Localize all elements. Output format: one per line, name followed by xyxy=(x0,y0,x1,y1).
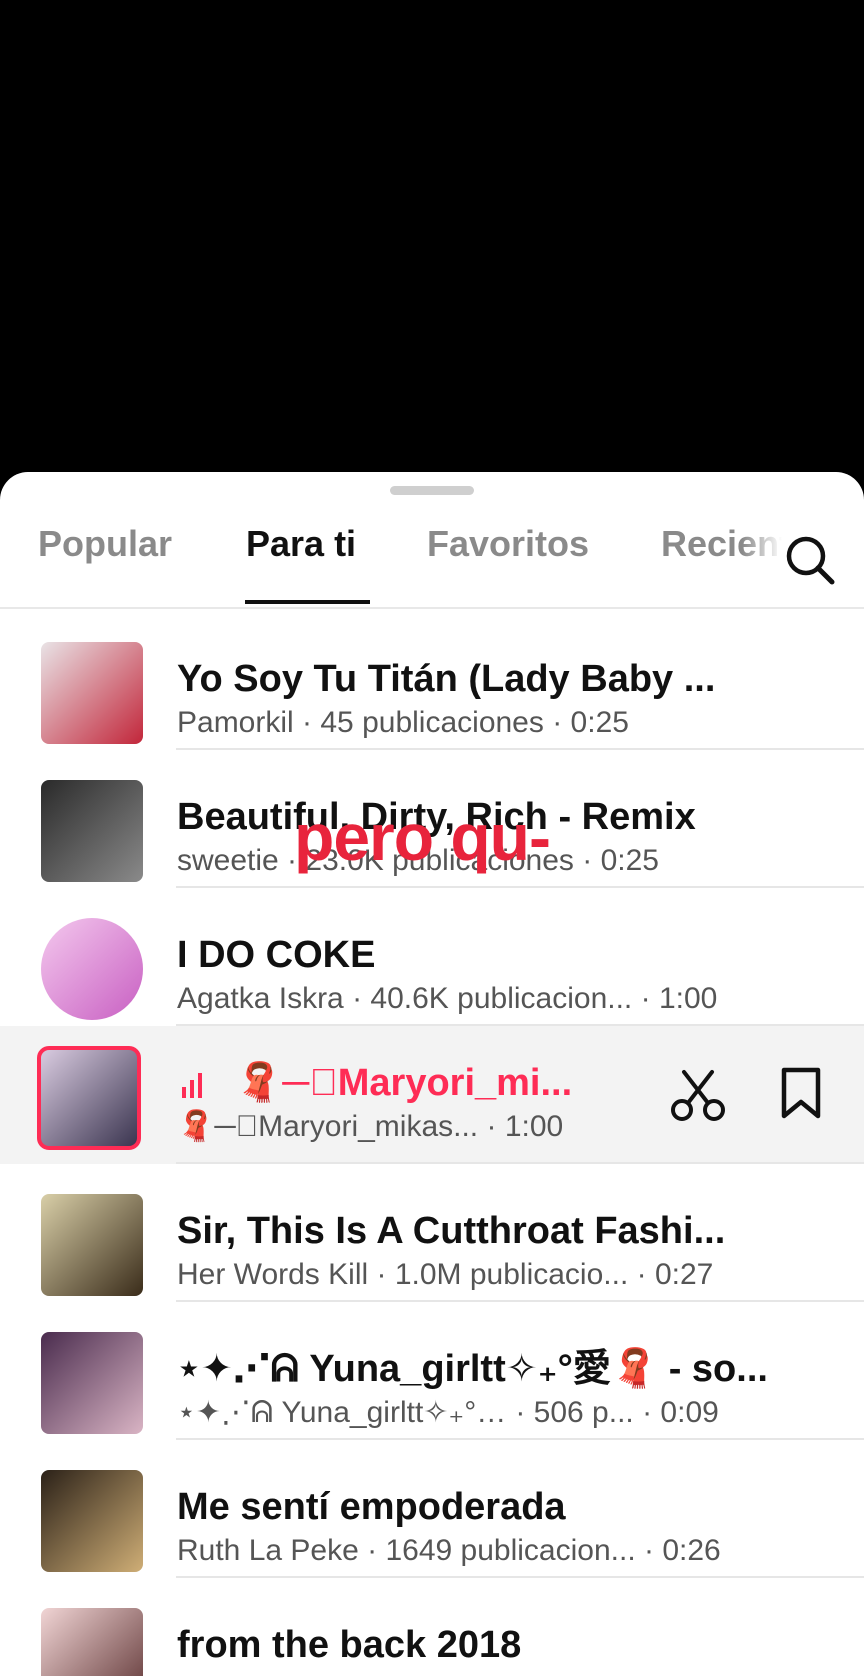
meta-separator: · xyxy=(628,1258,655,1291)
song-cover xyxy=(41,642,143,744)
song-row[interactable]: I DO COKE Agatka Iskra · 40.6K publicacio… xyxy=(0,888,864,1026)
meta-separator: · xyxy=(543,706,571,739)
song-duration: 0:25 xyxy=(600,844,659,877)
tabs-divider xyxy=(0,607,864,609)
song-cover xyxy=(41,1608,143,1676)
song-cover xyxy=(41,1194,143,1296)
video-preview[interactable] xyxy=(0,0,864,480)
song-artist: 🧣─⃞Maryori_mikas... xyxy=(177,1110,479,1143)
meta-separator: · xyxy=(632,982,659,1015)
song-meta: Her Words Kill · 1.0M publicacio... · 0:… xyxy=(177,1256,817,1294)
song-artist: Ruth La Peke xyxy=(177,1534,359,1567)
search-icon[interactable] xyxy=(782,532,838,588)
song-artist: sweetie xyxy=(177,844,279,877)
song-cover xyxy=(41,918,143,1020)
song-row[interactable]: from the back 2018 xyxy=(0,1578,864,1676)
song-cover xyxy=(37,1046,141,1150)
song-title: Sir, This Is A Cutthroat Fashi... xyxy=(177,1210,726,1252)
tab-fade xyxy=(742,512,782,572)
tab-bar: Popular Para ti Favoritos Recientes xyxy=(0,520,864,582)
meta-separator: · xyxy=(478,1110,505,1143)
song-cover xyxy=(41,1332,143,1434)
meta-separator: · xyxy=(368,1258,395,1291)
song-row[interactable]: 🧣─⃞Maryori_mi... 🧣─⃞Maryori_mikas... · 1:… xyxy=(0,1026,864,1164)
music-sheet: Popular Para ti Favoritos Recientes Yo S… xyxy=(0,472,864,1676)
active-tab-indicator xyxy=(245,600,370,604)
scissors-icon[interactable] xyxy=(668,1066,728,1126)
song-posts: 45 publicaciones xyxy=(320,706,544,739)
song-duration: 0:09 xyxy=(660,1396,719,1429)
song-meta: Pamorkil · 45 publicaciones · 0:25 xyxy=(177,704,817,742)
meta-separator: · xyxy=(293,706,321,739)
overlay-caption: pero qu- xyxy=(294,800,551,874)
song-duration: 1:00 xyxy=(658,982,718,1015)
song-row[interactable]: Sir, This Is A Cutthroat Fashi... Her Wor… xyxy=(0,1164,864,1302)
song-title: Yo Soy Tu Titán (Lady Baby ... xyxy=(177,658,716,700)
meta-separator: · xyxy=(573,844,601,877)
song-posts: 1649 publicacion... xyxy=(385,1534,636,1567)
song-row[interactable]: Yo Soy Tu Titán (Lady Baby ... Pamorkil ·… xyxy=(0,612,864,750)
song-artist: Pamorkil xyxy=(177,706,294,739)
song-cover xyxy=(41,1470,143,1572)
song-duration: 0:25 xyxy=(570,706,629,739)
song-duration: 0:26 xyxy=(662,1534,721,1567)
song-title: 🧣─⃞Maryori_mi... xyxy=(235,1062,573,1104)
song-posts: 40.6K publicacion... xyxy=(370,982,633,1015)
song-meta xyxy=(177,1670,817,1676)
song-meta: ⋆✦⋰ᕱ Yuna_girltt✧₊°愛🧣 · 506 p... · 0:09 xyxy=(177,1394,817,1432)
song-posts: 1.0M publicacio... xyxy=(394,1258,629,1291)
song-duration: 0:27 xyxy=(654,1258,714,1291)
meta-separator: · xyxy=(635,1534,663,1567)
meta-separator: · xyxy=(343,982,371,1015)
song-cover xyxy=(41,780,143,882)
bookmark-icon[interactable] xyxy=(778,1066,824,1122)
song-title: Me sentí empoderada xyxy=(177,1486,566,1528)
song-meta: Agatka Iskra · 40.6K publicacion... · 1:… xyxy=(177,980,817,1018)
tab-popular[interactable]: Popular xyxy=(38,520,172,568)
song-title: ⋆✦⋰ᕱ Yuna_girltt✧₊°愛🧣 - so... xyxy=(177,1348,768,1390)
tab-para-ti[interactable]: Para ti xyxy=(246,520,356,568)
song-duration: 1:00 xyxy=(504,1110,564,1143)
song-title: I DO COKE xyxy=(177,934,376,976)
meta-separator: · xyxy=(633,1396,661,1429)
song-row[interactable]: ⋆✦⋰ᕱ Yuna_girltt✧₊°愛🧣 - so... ⋆✦⋰ᕱ Yuna_g… xyxy=(0,1302,864,1440)
drag-handle[interactable] xyxy=(390,486,474,495)
meta-separator: · xyxy=(358,1534,386,1567)
song-meta: Ruth La Peke · 1649 publicacion... · 0:2… xyxy=(177,1532,817,1570)
song-posts: 506 p... xyxy=(533,1396,634,1429)
meta-separator: · xyxy=(507,1396,534,1429)
song-artist: Agatka Iskra xyxy=(177,982,344,1015)
song-title: from the back 2018 xyxy=(177,1624,522,1666)
song-artist: Her Words Kill xyxy=(177,1258,369,1291)
song-artist: ⋆✦⋰ᕱ Yuna_girltt✧₊°愛🧣 xyxy=(177,1396,507,1429)
playing-bars-icon xyxy=(181,1072,207,1098)
song-row[interactable]: Me sentí empoderada Ruth La Peke · 1649 p… xyxy=(0,1440,864,1578)
tab-favoritos[interactable]: Favoritos xyxy=(427,520,589,568)
